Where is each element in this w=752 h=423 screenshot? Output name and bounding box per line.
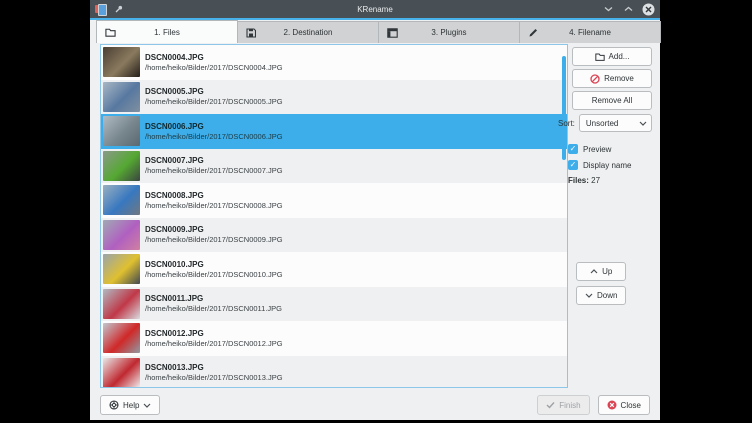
krename-app-icon: [95, 4, 107, 15]
list-item[interactable]: DSCN0012.JPG/home/heiko/Bilder/2017/DSCN…: [101, 321, 567, 356]
list-item[interactable]: DSCN0004.JPG/home/heiko/Bilder/2017/DSCN…: [101, 45, 567, 80]
file-actions-panel: Add... Remove Remove All Sort: Unsorted …: [572, 47, 652, 185]
file-path: /home/heiko/Bilder/2017/DSCN0011.JPG: [145, 304, 282, 313]
tab-label: 2. Destination: [238, 28, 378, 37]
checkbox-checked-icon: ✓: [568, 144, 578, 154]
list-item[interactable]: DSCN0010.JPG/home/heiko/Bilder/2017/DSCN…: [101, 252, 567, 287]
file-path: /home/heiko/Bilder/2017/DSCN0009.JPG: [145, 235, 283, 244]
tab-label: 1. Files: [97, 28, 237, 37]
chevron-down-icon: [585, 293, 593, 298]
file-name: DSCN0005.JPG: [145, 87, 283, 97]
close-button-footer[interactable]: Close: [598, 395, 650, 415]
move-down-button[interactable]: Down: [576, 286, 626, 305]
file-path: /home/heiko/Bilder/2017/DSCN0004.JPG: [145, 63, 283, 72]
file-thumbnail: [103, 116, 140, 146]
files-count: Files: 27: [568, 176, 652, 185]
list-item[interactable]: DSCN0011.JPG/home/heiko/Bilder/2017/DSCN…: [101, 287, 567, 322]
titlebar: KRename: [90, 0, 660, 18]
file-path: /home/heiko/Bilder/2017/DSCN0010.JPG: [145, 270, 283, 279]
sort-label: Sort:: [558, 119, 575, 128]
file-name: DSCN0013.JPG: [145, 363, 283, 373]
file-name: DSCN0010.JPG: [145, 260, 283, 270]
file-name: DSCN0006.JPG: [145, 122, 283, 132]
file-thumbnail: [103, 220, 140, 250]
file-name: DSCN0009.JPG: [145, 225, 283, 235]
list-item[interactable]: DSCN0007.JPG/home/heiko/Bilder/2017/DSCN…: [101, 149, 567, 184]
file-path: /home/heiko/Bilder/2017/DSCN0007.JPG: [145, 166, 283, 175]
tab-filename[interactable]: 4. Filename: [519, 21, 661, 43]
file-thumbnail: [103, 151, 140, 181]
file-path: /home/heiko/Bilder/2017/DSCN0012.JPG: [145, 339, 283, 348]
wizard-tabbar: 1. Files2. Destination3. Plugins4. Filen…: [90, 20, 660, 43]
check-icon: [546, 401, 555, 409]
minimize-button[interactable]: [602, 3, 615, 16]
close-circle-icon: [607, 400, 617, 410]
tab-label: 4. Filename: [520, 28, 660, 37]
preview-checkbox[interactable]: ✓ Preview: [568, 144, 652, 154]
file-name: DSCN0011.JPG: [145, 294, 282, 304]
help-button[interactable]: Help: [100, 395, 160, 415]
tab-files[interactable]: 1. Files: [96, 20, 238, 43]
vertical-scrollbar[interactable]: [562, 56, 566, 160]
list-item[interactable]: DSCN0009.JPG/home/heiko/Bilder/2017/DSCN…: [101, 218, 567, 253]
files-tab-page: DSCN0004.JPG/home/heiko/Bilder/2017/DSCN…: [90, 43, 660, 390]
file-name: DSCN0004.JPG: [145, 53, 283, 63]
file-name: DSCN0008.JPG: [145, 191, 283, 201]
list-item[interactable]: DSCN0006.JPG/home/heiko/Bilder/2017/DSCN…: [101, 114, 567, 149]
file-thumbnail: [103, 254, 140, 284]
move-up-button[interactable]: Up: [576, 262, 626, 281]
checkbox-checked-icon: ✓: [568, 160, 578, 170]
maximize-button[interactable]: [622, 3, 635, 16]
help-icon: [109, 400, 119, 410]
chevron-down-icon: [639, 121, 647, 126]
tab-plugins[interactable]: 3. Plugins: [378, 21, 520, 43]
file-thumbnail: [103, 185, 140, 215]
file-path: /home/heiko/Bilder/2017/DSCN0013.JPG: [145, 373, 283, 382]
file-path: /home/heiko/Bilder/2017/DSCN0005.JPG: [145, 97, 283, 106]
close-button[interactable]: [642, 3, 655, 16]
sort-dropdown[interactable]: Unsorted: [579, 114, 652, 132]
display-name-checkbox[interactable]: ✓ Display name: [568, 160, 652, 170]
remove-button[interactable]: Remove: [572, 69, 652, 88]
list-item[interactable]: DSCN0013.JPG/home/heiko/Bilder/2017/DSCN…: [101, 356, 567, 389]
file-thumbnail: [103, 358, 140, 388]
list-item[interactable]: DSCN0005.JPG/home/heiko/Bilder/2017/DSCN…: [101, 80, 567, 115]
file-thumbnail: [103, 323, 140, 353]
tab-label: 3. Plugins: [379, 28, 519, 37]
file-path: /home/heiko/Bilder/2017/DSCN0008.JPG: [145, 201, 283, 210]
dialog-footer: Help Finish Close: [90, 390, 660, 420]
file-thumbnail: [103, 289, 140, 319]
chevron-up-icon: [590, 269, 598, 274]
file-path: /home/heiko/Bilder/2017/DSCN0006.JPG: [145, 132, 283, 141]
remove-all-button[interactable]: Remove All: [572, 91, 652, 110]
list-item[interactable]: DSCN0008.JPG/home/heiko/Bilder/2017/DSCN…: [101, 183, 567, 218]
krename-window: KRename 1. Files2. Destination3. Plugins…: [90, 0, 660, 420]
finish-button[interactable]: Finish: [537, 395, 589, 415]
pin-icon[interactable]: [112, 3, 125, 16]
tab-destination[interactable]: 2. Destination: [237, 21, 379, 43]
chevron-down-icon: [143, 403, 151, 408]
file-thumbnail: [103, 47, 140, 77]
window-title: KRename: [90, 5, 660, 14]
reorder-buttons: Up Down: [576, 262, 626, 310]
file-name: DSCN0007.JPG: [145, 156, 283, 166]
file-list: DSCN0004.JPG/home/heiko/Bilder/2017/DSCN…: [100, 44, 568, 388]
file-thumbnail: [103, 82, 140, 112]
add-button[interactable]: Add...: [572, 47, 652, 66]
file-name: DSCN0012.JPG: [145, 329, 283, 339]
